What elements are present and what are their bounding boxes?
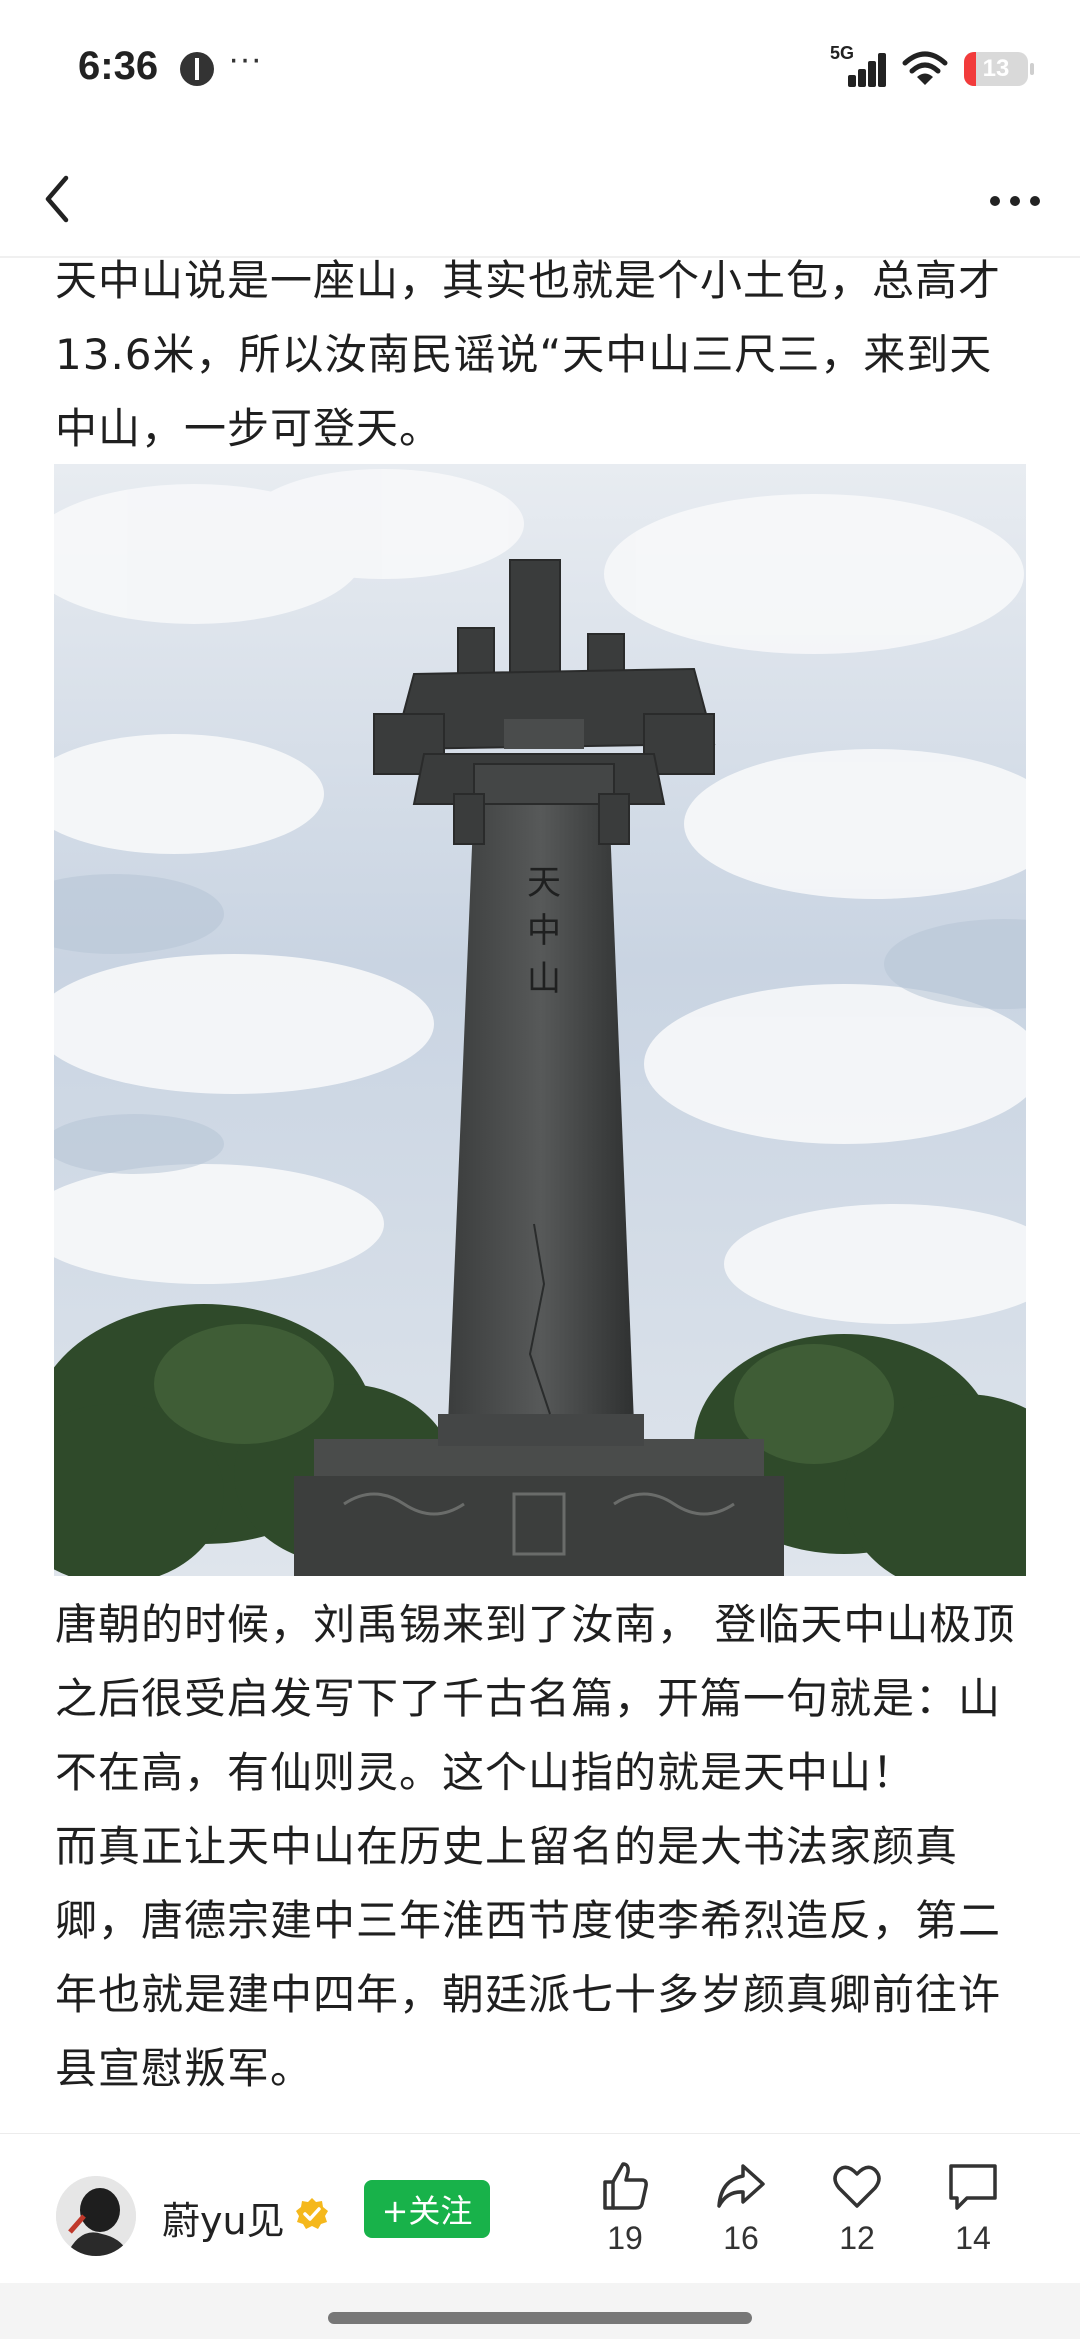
status-bar: 6:36 ··· 5G 13 bbox=[0, 0, 1080, 140]
like-count: 19 bbox=[607, 2220, 643, 2256]
svg-text:山: 山 bbox=[527, 959, 561, 999]
home-indicator[interactable] bbox=[328, 2312, 752, 2324]
back-button[interactable] bbox=[30, 164, 90, 234]
share-arrow-icon bbox=[717, 2164, 765, 2208]
svg-text:中: 中 bbox=[527, 911, 561, 951]
article-paragraph: 唐朝的时候，刘禹锡来到了汝南， 登临天中山极顶之后很受启发写下了千古名篇，开篇一… bbox=[55, 1588, 1027, 2106]
author-avatar[interactable] bbox=[56, 2176, 136, 2256]
more-options-button[interactable] bbox=[980, 166, 1050, 236]
nav-bar bbox=[0, 140, 1080, 258]
share-button[interactable]: 16 bbox=[696, 2158, 786, 2278]
thumbs-up-icon bbox=[603, 2162, 648, 2210]
status-time: 6:36 bbox=[78, 44, 159, 88]
comment-button[interactable]: 14 bbox=[928, 2158, 1018, 2278]
monument-photo: 天 中 山 bbox=[54, 464, 1026, 1576]
wifi-icon bbox=[902, 51, 948, 85]
cellular-signal-icon: 5G bbox=[830, 43, 886, 91]
status-more-dots: ··· bbox=[228, 40, 262, 78]
follow-button[interactable]: +关注 bbox=[364, 2180, 490, 2238]
status-indicators: 5G 13 bbox=[830, 43, 1034, 94]
author-name[interactable]: 蔚yu见 bbox=[162, 2190, 285, 2245]
battery-level: 13 bbox=[982, 55, 1010, 82]
article-photo[interactable]: 天 中 山 bbox=[54, 464, 1026, 1576]
comment-count: 14 bbox=[955, 2220, 991, 2256]
heart-icon bbox=[833, 2165, 881, 2208]
bottom-action-bar: 蔚yu见 +关注 19 16 12 14 bbox=[0, 2133, 1080, 2284]
gesture-area bbox=[0, 2283, 1080, 2339]
article-paragraph-3: 而真正让天中山在历史上留名的是大书法家颜真卿，唐德宗建中三年淮西节度使李希烈造反… bbox=[55, 1822, 1002, 2093]
battery-icon: 13 bbox=[964, 52, 1034, 86]
article-paragraph-2: 唐朝的时候，刘禹锡来到了汝南， 登临天中山极顶之后很受启发写下了千古名篇，开篇一… bbox=[55, 1600, 1016, 1797]
share-count: 16 bbox=[723, 2220, 759, 2256]
favorite-count: 12 bbox=[839, 2220, 875, 2256]
notification-icon bbox=[180, 52, 214, 86]
like-button[interactable]: 19 bbox=[580, 2158, 670, 2278]
verified-badge-icon bbox=[296, 2198, 328, 2229]
svg-text:天: 天 bbox=[527, 863, 561, 903]
network-type: 5G bbox=[830, 43, 855, 63]
article-content[interactable]: 天中山说是一座山，其实也就是个小土包，总高才13.6米，所以汝南民谣说“天中山三… bbox=[0, 258, 1080, 2133]
article-paragraph: 天中山说是一座山，其实也就是个小土包，总高才13.6米，所以汝南民谣说“天中山三… bbox=[55, 258, 1002, 453]
favorite-button[interactable]: 12 bbox=[812, 2158, 902, 2278]
comment-bubble-icon bbox=[949, 2164, 997, 2210]
